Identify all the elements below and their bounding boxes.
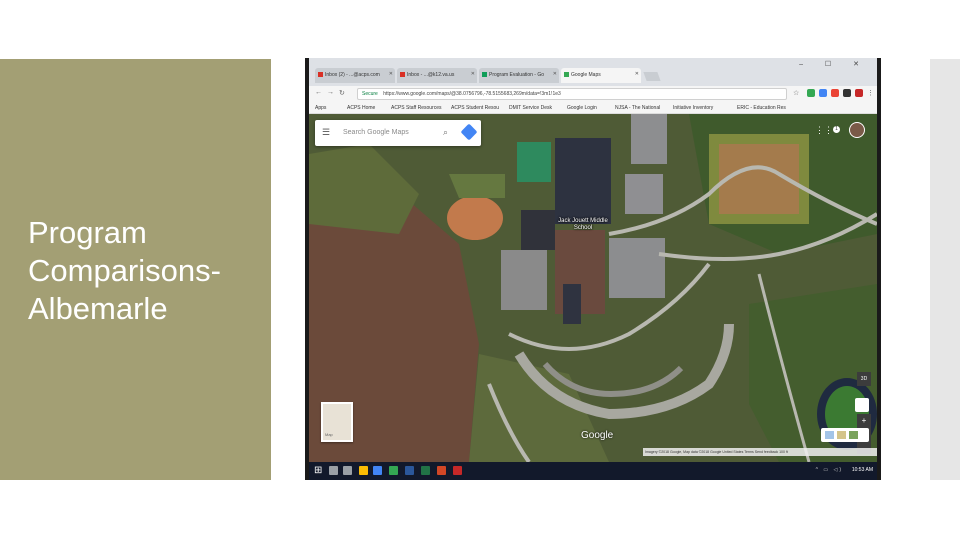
star-icon[interactable]: ☆	[793, 89, 799, 97]
bookmark-apps[interactable]: Apps	[315, 105, 326, 111]
tab-label: Inbox (2) - ...@acps.com	[325, 72, 380, 78]
file-explorer-icon[interactable]	[359, 466, 368, 475]
slide: Program Comparisons- Albemarle Inbox (2)…	[0, 0, 960, 540]
windows-icon[interactable]: ⊞	[314, 466, 322, 476]
drive-icon	[482, 72, 487, 77]
secure-label: Secure	[362, 91, 378, 97]
layer-thumbnail[interactable]	[825, 431, 834, 439]
tab-google-maps[interactable]: Google Maps ✕	[561, 68, 641, 83]
extension-icon[interactable]	[831, 89, 839, 97]
search-icon[interactable]: ⌕	[443, 127, 448, 138]
bookmark-eric[interactable]: ERIC - Education Res	[737, 105, 786, 111]
satellite-map[interactable]: ☰ Search Google Maps ⌕ Jack Jouett Middl…	[309, 114, 877, 462]
compass-icon[interactable]	[855, 398, 869, 412]
zoom-in-button[interactable]: +	[857, 414, 871, 427]
embedded-screenshot: Inbox (2) - ...@acps.com ✕ Inbox - ...@k…	[305, 58, 881, 480]
close-icon[interactable]: ✕	[471, 71, 475, 77]
slide-title-line-3: Albemarle	[28, 291, 168, 326]
powerpoint-icon[interactable]	[437, 466, 446, 475]
tab-label: Inbox - ...@k12.va.us	[407, 72, 455, 78]
notification-badge[interactable]: 1	[833, 126, 840, 133]
3d-toggle-button[interactable]: 3D	[857, 372, 871, 386]
layer-thumbnail[interactable]	[849, 431, 858, 439]
reload-icon[interactable]: ↻	[339, 89, 345, 97]
gmail-icon	[318, 72, 323, 77]
extension-icon[interactable]	[819, 89, 827, 97]
tab-inbox-2[interactable]: Inbox - ...@k12.va.us ✕	[397, 68, 477, 83]
maps-icon	[564, 72, 569, 77]
url-field[interactable]: Secure https://www.google.com/maps/@38.0…	[357, 88, 787, 100]
extension-icon[interactable]	[843, 89, 851, 97]
close-icon[interactable]: ✕	[635, 71, 639, 77]
layers-thumbnails[interactable]	[821, 428, 869, 442]
system-tray[interactable]: ^ ▭ ◁)	[816, 467, 843, 473]
maps-search-box[interactable]: ☰ Search Google Maps ⌕	[315, 120, 481, 146]
back-icon[interactable]: ←	[315, 89, 322, 96]
bookmark-acps-home[interactable]: ACPS Home	[347, 105, 375, 111]
minimap-label: Map	[325, 432, 333, 437]
address-bar: ← → ↻ Secure https://www.google.com/maps…	[309, 86, 877, 102]
bookmark-google-login[interactable]: Google Login	[567, 105, 597, 111]
extension-icon[interactable]	[855, 89, 863, 97]
google-logo: Google	[581, 430, 614, 441]
screenshot-frame-right	[877, 58, 881, 480]
tab-label: Google Maps	[571, 72, 601, 78]
tab-label: Program Evaluation - Go	[489, 72, 545, 78]
search-input[interactable]: Search Google Maps	[343, 129, 409, 136]
bookmark-initiative[interactable]: Initiative Inventory	[673, 105, 713, 111]
layer-thumbnail[interactable]	[837, 431, 846, 439]
chrome-icon[interactable]	[389, 466, 398, 475]
excel-icon[interactable]	[421, 466, 430, 475]
windows-taskbar: ⊞ ^ ▭ ◁) 10:53 AM	[309, 462, 877, 480]
close-icon[interactable]: ✕	[553, 71, 557, 77]
map-type-toggle[interactable]: Map	[321, 402, 353, 442]
bookmark-dmit[interactable]: DMIT Service Desk	[509, 105, 552, 111]
map-attribution: Imagery ©2018 Google, Map data ©2018 Goo…	[643, 448, 877, 456]
task-view-icon[interactable]	[343, 466, 352, 475]
browser-tab-bar: Inbox (2) - ...@acps.com ✕ Inbox - ...@k…	[309, 58, 877, 86]
apps-grid-icon[interactable]: ⋮⋮	[815, 125, 833, 136]
forward-icon[interactable]: →	[327, 89, 334, 96]
window-controls[interactable]: – ☐ ✕	[799, 60, 869, 68]
gmail-icon	[400, 72, 405, 77]
clock[interactable]: 10:53 AM	[852, 467, 873, 473]
tab-inbox-1[interactable]: Inbox (2) - ...@acps.com ✕	[315, 68, 395, 83]
slide-title: Program Comparisons- Albemarle	[28, 214, 268, 328]
url-text: https://www.google.com/maps/@38.0756796,…	[383, 91, 561, 97]
place-label[interactable]: Jack Jouett Middle School	[553, 218, 613, 232]
satellite-imagery	[309, 114, 877, 462]
app-icon[interactable]	[453, 466, 462, 475]
extension-icon[interactable]	[807, 89, 815, 97]
hamburger-menu-icon[interactable]: ☰	[322, 127, 330, 138]
bookmark-njsa[interactable]: NJSA - The National	[615, 105, 660, 111]
slide-title-line-1: Program	[28, 215, 147, 250]
slide-title-line-2: Comparisons-	[28, 253, 221, 288]
directions-icon[interactable]	[460, 123, 478, 141]
avatar[interactable]	[849, 122, 865, 138]
bookmark-acps-student[interactable]: ACPS Student Resou	[451, 105, 499, 111]
bookmarks-bar: Apps ACPS Home ACPS Staff Resources ACPS…	[309, 102, 877, 114]
edge-icon[interactable]	[373, 466, 382, 475]
right-accent-strip	[930, 59, 960, 480]
bookmark-acps-staff[interactable]: ACPS Staff Resources	[391, 105, 442, 111]
word-icon[interactable]	[405, 466, 414, 475]
close-icon[interactable]: ✕	[389, 71, 393, 77]
search-icon[interactable]	[329, 466, 338, 475]
tab-program-evaluation[interactable]: Program Evaluation - Go ✕	[479, 68, 559, 83]
menu-icon[interactable]: ⋮	[867, 89, 874, 97]
new-tab-button[interactable]	[643, 72, 661, 81]
